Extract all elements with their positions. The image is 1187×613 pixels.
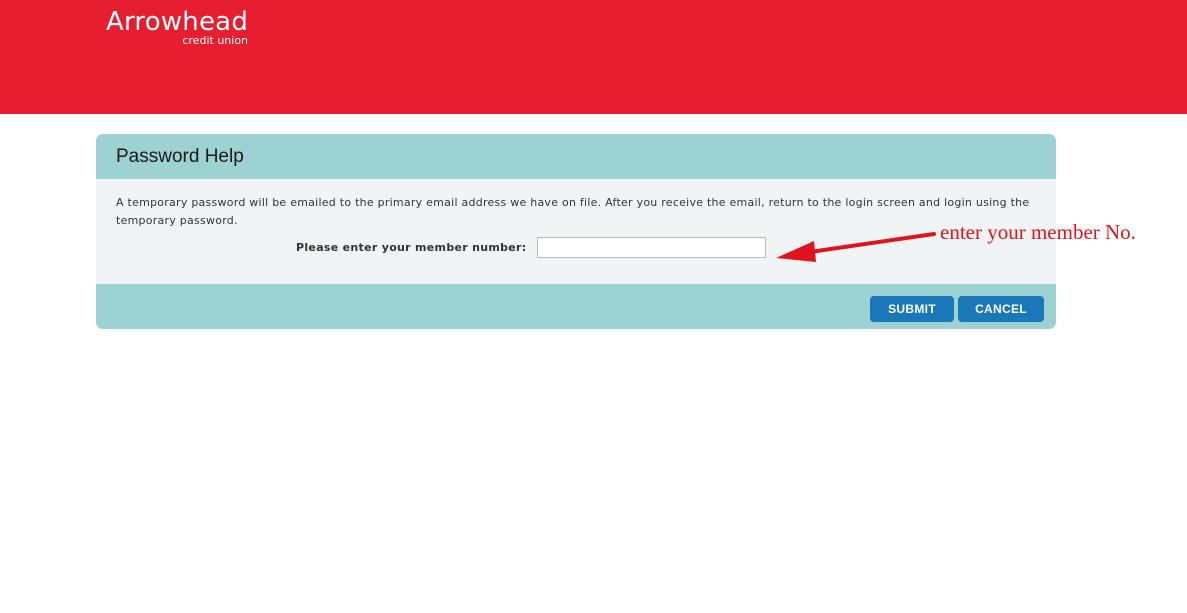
- submit-button[interactable]: SUBMIT: [870, 296, 954, 322]
- arrowhead-logo[interactable]: Arrowhead credit union: [106, 6, 248, 46]
- panel-footer: SUBMIT CANCEL: [96, 284, 1056, 329]
- red-arrow-icon: [776, 232, 936, 262]
- site-header: Arrowhead credit union: [0, 0, 1187, 114]
- panel-header: Password Help: [96, 134, 1056, 179]
- member-number-label: Please enter your member number:: [296, 241, 527, 254]
- cancel-button[interactable]: CANCEL: [958, 296, 1044, 322]
- member-number-input[interactable]: [536, 237, 766, 258]
- member-number-row: Please enter your member number:: [296, 237, 766, 258]
- annotation-text: enter your member No.: [940, 220, 1136, 244]
- page-title: Password Help: [116, 145, 244, 167]
- info-text: A temporary password will be emailed to …: [116, 196, 1030, 227]
